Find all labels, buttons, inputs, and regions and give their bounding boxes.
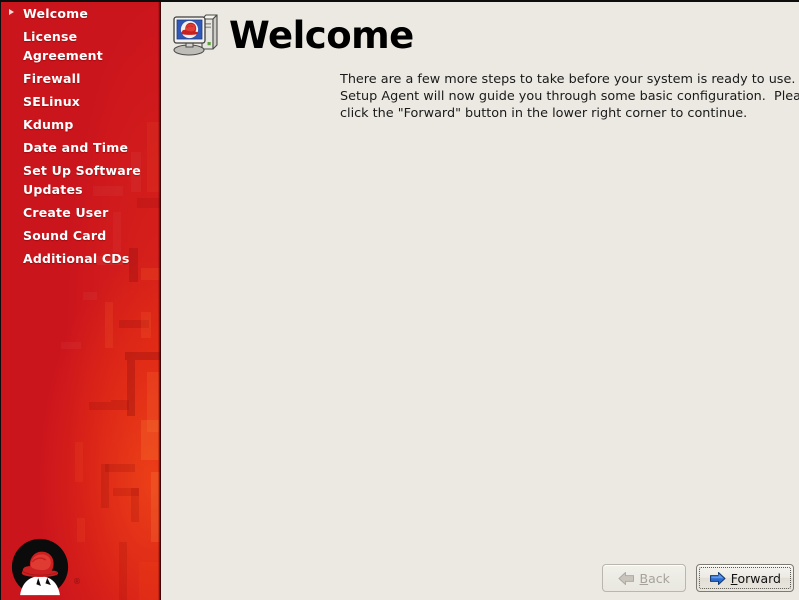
- navigation-button-bar: Back Forward: [601, 564, 794, 592]
- sidebar-nav: Welcome License Agreement Firewall SELin…: [1, 2, 161, 270]
- setup-agent-window: Welcome License Agreement Firewall SELin…: [0, 0, 799, 600]
- sidebar-item-label: Welcome: [23, 6, 89, 21]
- back-button-label-rest: ack: [648, 570, 670, 586]
- back-button-mnemonic: B: [639, 570, 649, 586]
- computer-redhat-icon: [173, 14, 218, 56]
- registered-trademark-mark: ®: [73, 577, 81, 586]
- sidebar-item-label: License Agreement: [23, 29, 103, 63]
- sidebar-item-label: Create User: [23, 205, 109, 220]
- page-title: Welcome: [229, 14, 414, 57]
- sidebar-item-kdump[interactable]: Kdump: [1, 113, 161, 136]
- sidebar-item-additional-cds[interactable]: Additional CDs: [1, 247, 161, 270]
- sidebar-item-license-agreement[interactable]: License Agreement: [1, 25, 161, 67]
- page-header: Welcome: [171, 11, 414, 61]
- sidebar-item-firewall[interactable]: Firewall: [1, 67, 161, 90]
- sidebar-item-date-and-time[interactable]: Date and Time: [1, 136, 161, 159]
- sidebar-item-create-user[interactable]: Create User: [1, 201, 161, 224]
- selection-marker-icon: [9, 9, 14, 15]
- sidebar-item-selinux[interactable]: SELinux: [1, 90, 161, 113]
- red-hat-shadowman-logo: [11, 538, 69, 596]
- sidebar-item-welcome[interactable]: Welcome: [1, 2, 161, 25]
- forward-button-label-rest: orward: [737, 570, 781, 586]
- sidebar-item-set-up-software-updates[interactable]: Set Up Software Updates: [1, 159, 161, 201]
- welcome-body-text: There are a few more steps to take befor…: [340, 72, 799, 121]
- back-button-label: Back: [640, 571, 670, 586]
- arrow-left-icon: [618, 571, 634, 585]
- sidebar-item-label: Set Up Software Updates: [23, 163, 141, 197]
- sidebar-item-label: Sound Card: [23, 228, 107, 243]
- arrow-right-icon: [709, 571, 726, 585]
- forward-button-label: Forward: [731, 571, 781, 586]
- sidebar-item-label: SELinux: [23, 94, 81, 109]
- sidebar-item-label: Date and Time: [23, 140, 129, 155]
- back-button[interactable]: Back: [601, 564, 686, 592]
- sidebar-item-label: Firewall: [23, 71, 81, 86]
- forward-button[interactable]: Forward: [695, 564, 794, 592]
- sidebar-item-sound-card[interactable]: Sound Card: [1, 224, 161, 247]
- content-area: Welcome There are a few more steps to ta…: [161, 2, 799, 600]
- sidebar: Welcome License Agreement Firewall SELin…: [1, 2, 161, 600]
- sidebar-item-label: Kdump: [23, 117, 74, 132]
- sidebar-item-label: Additional CDs: [23, 251, 130, 266]
